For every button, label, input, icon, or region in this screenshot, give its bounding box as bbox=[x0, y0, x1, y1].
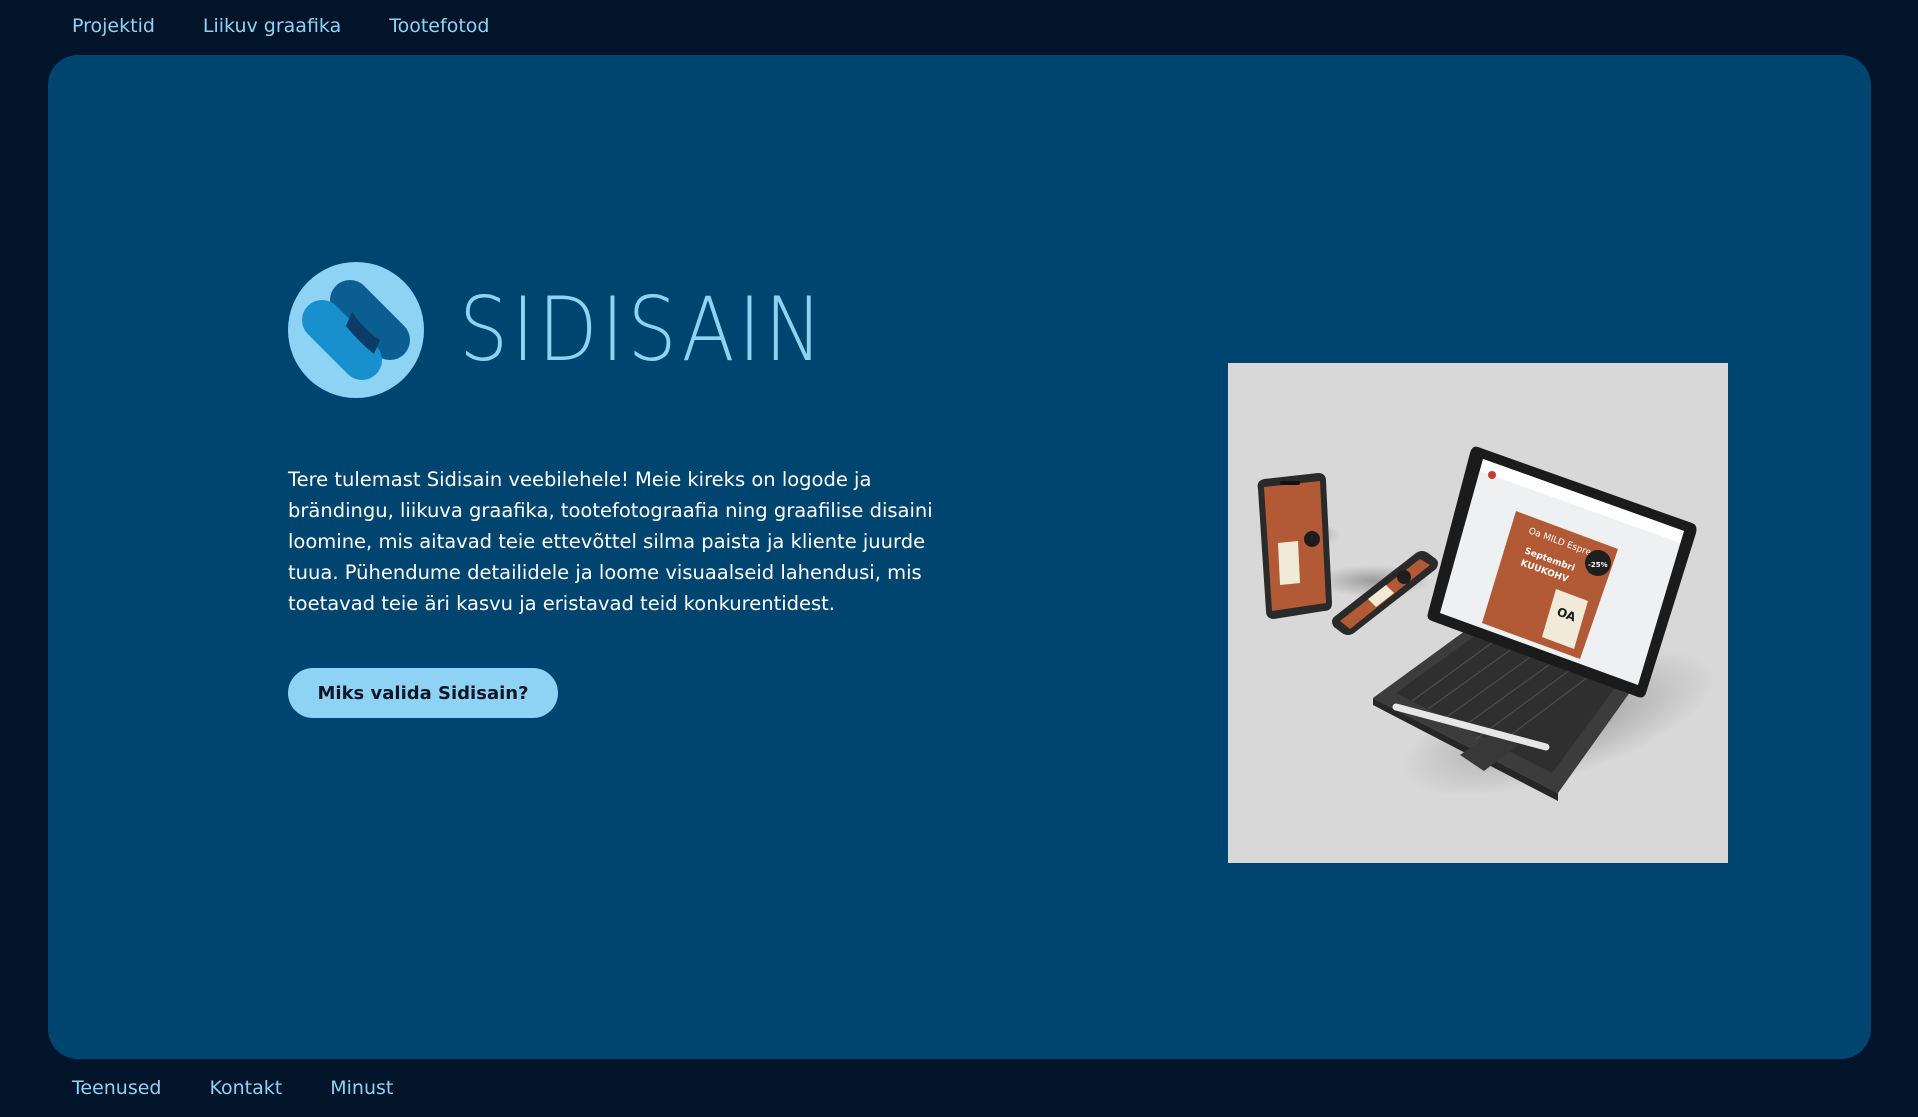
intro-text: Tere tulemast Sidisain veebilehele! Meie… bbox=[288, 468, 933, 615]
brand-wordmark: SIDISAIN bbox=[459, 278, 826, 381]
device-mockup-image: Oa MILD Espresso Septembri KUUKOHV OA -2… bbox=[1228, 363, 1728, 863]
why-choose-button[interactable]: Miks valida Sidisain? bbox=[288, 668, 558, 718]
nav-link-teenused[interactable]: Teenused bbox=[72, 1079, 162, 1098]
nav-link-liikuv-graafika[interactable]: Liikuv graafika bbox=[203, 17, 341, 36]
brand-logo: SIDISAIN bbox=[288, 262, 876, 398]
hero-panel: SIDISAIN Tere tulemast Sidisain veebileh… bbox=[48, 55, 1871, 1059]
nav-link-tootefotod[interactable]: Tootefotod bbox=[389, 17, 489, 36]
top-navigation: Projektid Liikuv graafika Tootefotod bbox=[72, 17, 489, 36]
phone-standing bbox=[1257, 473, 1332, 619]
bottom-navigation: Teenused Kontakt Minust bbox=[72, 1079, 393, 1098]
tablet-discount-badge: -25% bbox=[1588, 561, 1608, 569]
nav-link-projektid[interactable]: Projektid bbox=[72, 17, 155, 36]
nav-link-minust[interactable]: Minust bbox=[330, 1079, 393, 1098]
sidisain-logo-icon bbox=[288, 262, 424, 398]
nav-link-kontakt[interactable]: Kontakt bbox=[210, 1079, 283, 1098]
